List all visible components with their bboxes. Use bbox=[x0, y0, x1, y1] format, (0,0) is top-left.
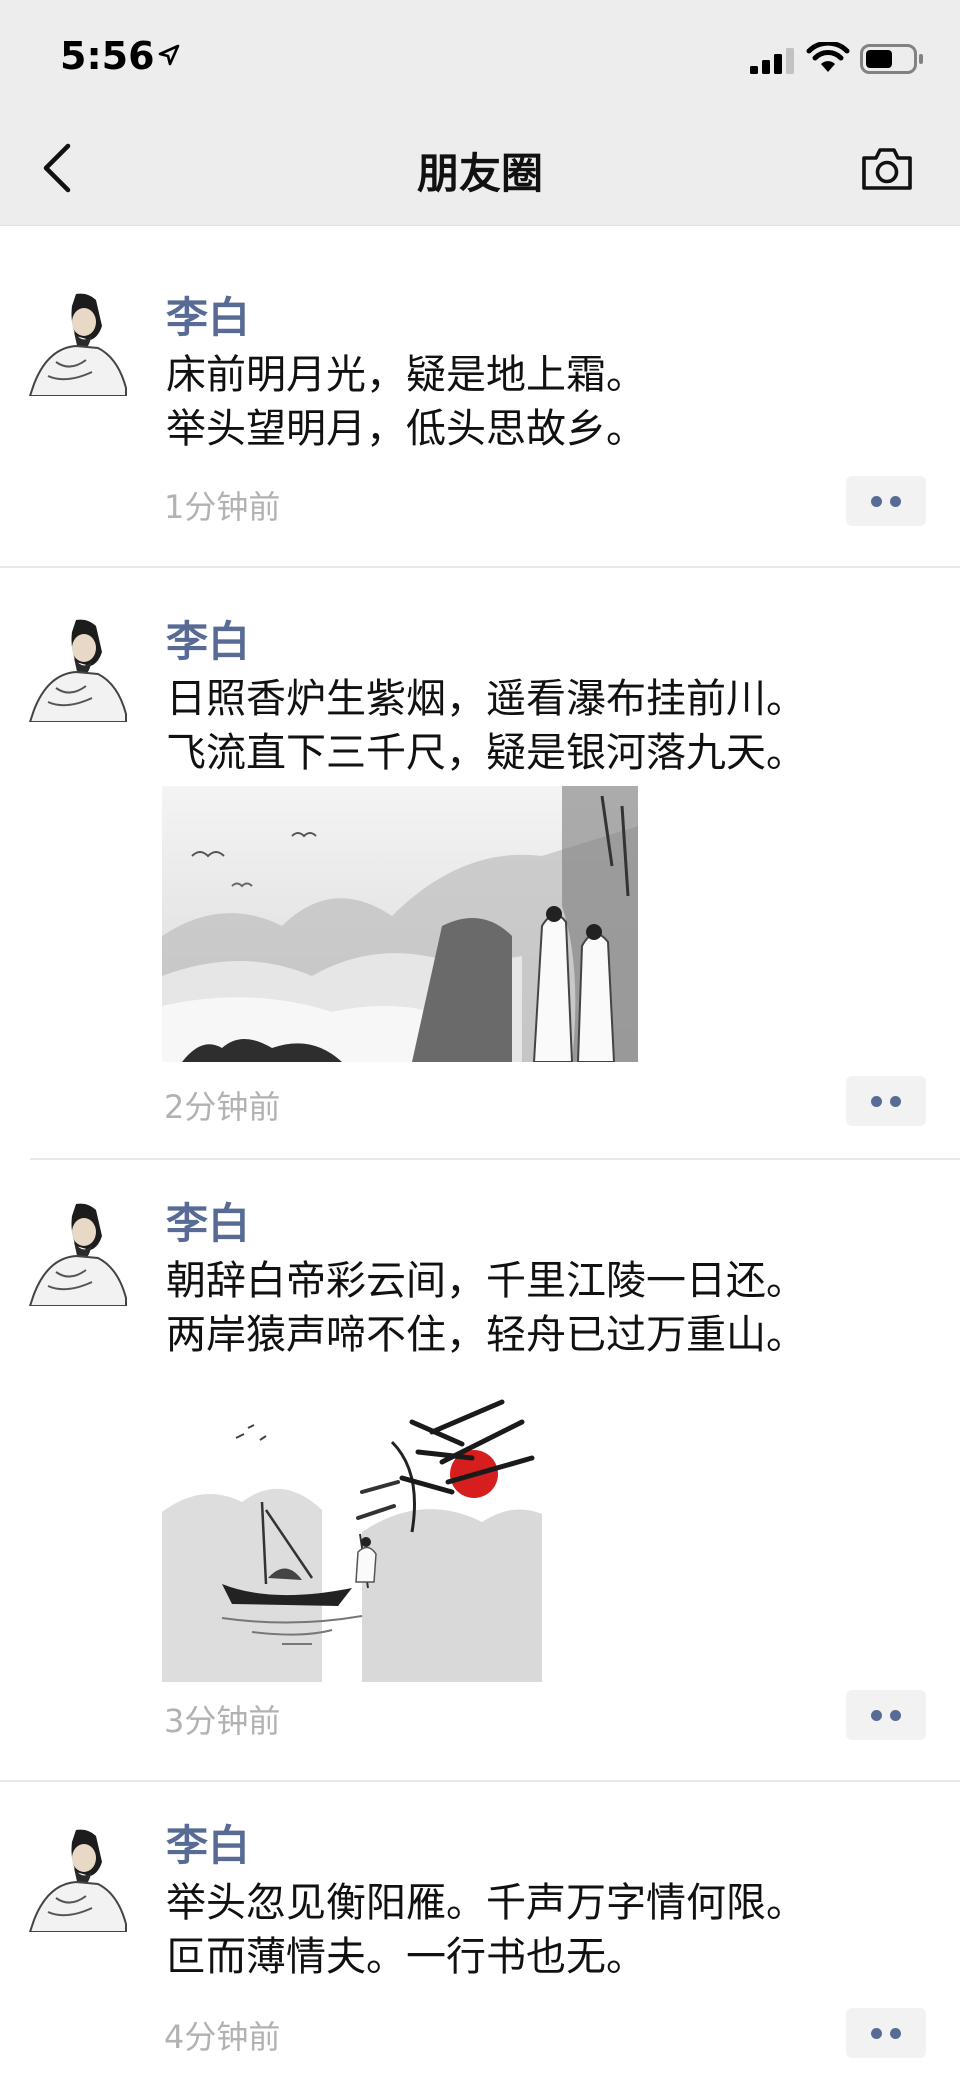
more-button[interactable] bbox=[846, 2008, 926, 2058]
post-time: 1分钟前 bbox=[164, 488, 281, 526]
dot-icon bbox=[890, 2028, 901, 2039]
dot-icon bbox=[890, 1096, 901, 1107]
status-bar: 5:56 bbox=[0, 0, 960, 110]
dot-icon bbox=[890, 1710, 901, 1721]
camera-icon[interactable] bbox=[860, 146, 914, 192]
post-text: 举头忽见衡阳雁。千声万字情何限。 叵而薄情夫。一行书也无。 bbox=[166, 1880, 806, 1980]
post-text: 床前明月光，疑是地上霜。 举头望明月，低头思故乡。 bbox=[166, 352, 646, 452]
more-button[interactable] bbox=[846, 1076, 926, 1126]
post-time: 3分钟前 bbox=[164, 1702, 281, 1740]
more-button[interactable] bbox=[846, 476, 926, 526]
page-title: 朋友圈 bbox=[416, 149, 543, 198]
post-author[interactable]: 李白 bbox=[166, 1812, 250, 1873]
avatar[interactable] bbox=[26, 614, 134, 722]
dot-icon bbox=[890, 496, 901, 507]
wifi-icon bbox=[806, 42, 850, 72]
status-time: 5:56 bbox=[60, 34, 155, 78]
post: 李白 日照香炉生紫烟，遥看瀑布挂前川。 飞流直下三千尺，疑是银河落九天。 2分钟… bbox=[0, 568, 960, 1158]
nav-bar: 朋友圈 bbox=[0, 110, 960, 226]
dot-icon bbox=[871, 2028, 882, 2039]
post-author[interactable]: 李白 bbox=[166, 1190, 250, 1251]
post-time: 4分钟前 bbox=[164, 2018, 281, 2056]
post-author[interactable]: 李白 bbox=[166, 284, 250, 345]
dot-icon bbox=[871, 1710, 882, 1721]
post-image[interactable] bbox=[162, 1382, 542, 1682]
post: 李白 朝辞白帝彩云间，千里江陵一日还。 两岸猿声啼不住，轻舟已过万重山。 3分钟… bbox=[0, 1160, 960, 1780]
location-arrow-icon bbox=[158, 44, 180, 66]
post: 李白 床前明月光，疑是地上霜。 举头望明月，低头思故乡。 1分钟前 bbox=[0, 226, 960, 566]
post-text: 朝辞白帝彩云间，千里江陵一日还。 两岸猿声啼不住，轻舟已过万重山。 bbox=[166, 1258, 806, 1358]
post-author[interactable]: 李白 bbox=[166, 608, 250, 669]
signal-icon bbox=[750, 48, 794, 74]
more-button[interactable] bbox=[846, 1690, 926, 1740]
post: 李白 举头忽见衡阳雁。千声万字情何限。 叵而薄情夫。一行书也无。 4分钟前 bbox=[0, 1782, 960, 2078]
dot-icon bbox=[871, 496, 882, 507]
avatar[interactable] bbox=[26, 288, 134, 396]
post-image[interactable] bbox=[162, 786, 638, 1062]
post-text: 日照香炉生紫烟，遥看瀑布挂前川。 飞流直下三千尺，疑是银河落九天。 bbox=[166, 676, 806, 776]
post-time: 2分钟前 bbox=[164, 1088, 281, 1126]
avatar[interactable] bbox=[26, 1824, 134, 1932]
dot-icon bbox=[871, 1096, 882, 1107]
battery-icon bbox=[860, 44, 923, 74]
avatar[interactable] bbox=[26, 1198, 134, 1306]
